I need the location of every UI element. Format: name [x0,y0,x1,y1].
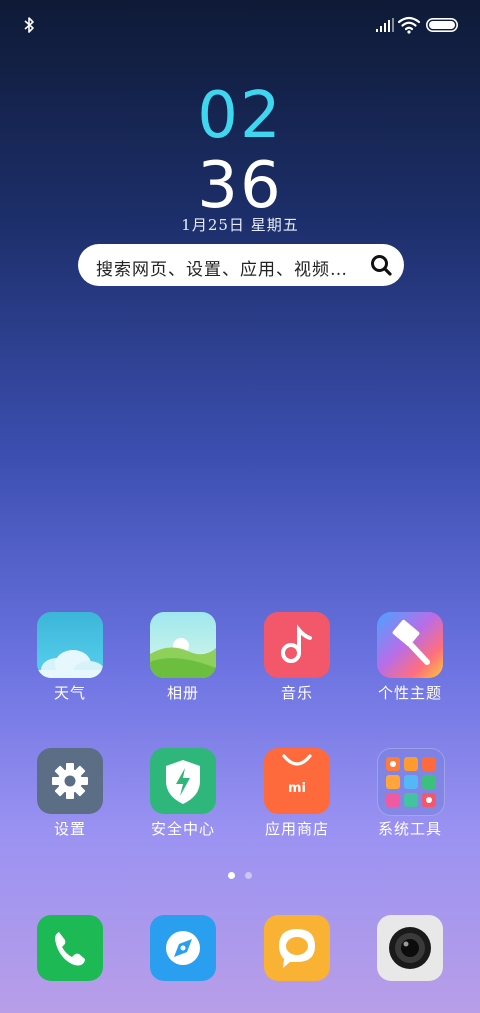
shield-icon [150,748,216,814]
status-bar [0,0,480,50]
app-label: 应用商店 [264,820,329,838]
themes-icon [377,612,443,678]
app-label: 设置 [53,820,86,838]
phone-icon[interactable] [37,915,103,981]
svg-text:mi: mi [288,781,306,796]
clock-date[interactable]: 1月25日 星期五 [0,214,480,235]
page-dot[interactable] [245,872,252,879]
search-bar[interactable]: 搜索网页、设置、应用、视频… [78,244,404,286]
app-label: 音乐 [280,684,313,702]
music-icon [264,612,330,678]
app-label: 相册 [166,684,199,702]
bluetooth-icon [24,17,34,33]
search-placeholder: 搜索网页、设置、应用、视频… [96,260,348,280]
page-dot-active[interactable] [228,872,235,879]
search-icon[interactable] [370,254,392,276]
page-indicator [228,872,258,880]
app-label: 个性主题 [377,684,442,702]
weather-icon [37,612,103,678]
clock-hour[interactable]: 02 [0,80,480,152]
gallery-icon [150,612,216,678]
camera-icon[interactable] [377,915,443,981]
clock-minute[interactable]: 36 [0,150,480,222]
app-label: 安全中心 [150,820,215,838]
wifi-icon [398,16,420,34]
battery-icon [426,18,458,32]
signal-icon [376,18,394,32]
shopping-bag-icon: mi [264,748,330,814]
message-icon[interactable] [264,915,330,981]
app-label: 天气 [53,684,86,702]
browser-icon[interactable] [150,915,216,981]
app-label: 系统工具 [377,820,442,838]
folder-icon [377,748,445,816]
gear-icon [37,748,103,814]
